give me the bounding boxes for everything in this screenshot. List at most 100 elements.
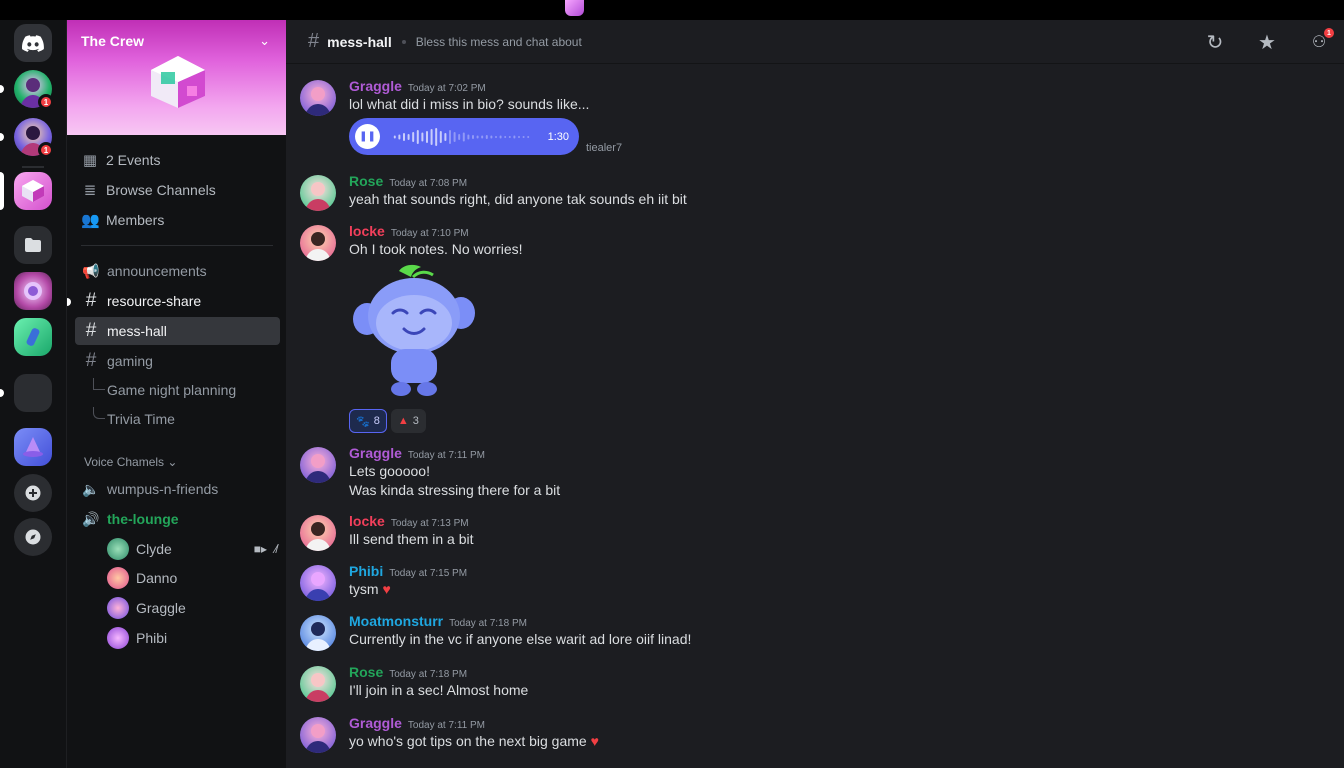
add-server-button[interactable]: [14, 474, 52, 512]
server-the-crew[interactable]: [0, 172, 52, 210]
server-wizard[interactable]: [14, 428, 52, 466]
channel-resource-share[interactable]: # resource-share: [75, 287, 280, 315]
notification-badge: 1: [1324, 28, 1334, 38]
message-text: Oh I took notes. No worries!: [349, 241, 523, 257]
refresh-icon[interactable]: ↻: [1203, 30, 1227, 54]
server-banner[interactable]: The Crew ⌄: [67, 20, 286, 135]
channel-mess-hall[interactable]: # mess-hall: [75, 317, 280, 345]
waveform-bar: [439, 130, 442, 143]
discover-button[interactable]: [14, 518, 52, 556]
reaction-hat[interactable]: ▲ 3: [390, 409, 426, 433]
folder-icon: [25, 238, 41, 252]
voice-channel-wumpus-n-friends[interactable]: 🔈 wumpus-n-friends: [75, 475, 280, 503]
avatar: [300, 225, 336, 261]
username[interactable]: Moatmonsturr: [349, 613, 443, 629]
avatar: [107, 627, 129, 649]
avatar: [107, 567, 129, 589]
waveform-bar: [444, 132, 447, 141]
window-top-bar: [0, 0, 1344, 20]
voice-message-player[interactable]: ❚❚ 1:30: [349, 118, 579, 155]
user-avatar-icon: [305, 673, 331, 702]
dm-avatar-2[interactable]: 1: [0, 118, 54, 158]
events-link[interactable]: ▦ 2 Events: [81, 147, 278, 173]
waveform-bar: [490, 135, 493, 138]
username[interactable]: Graggle: [349, 715, 402, 731]
waveform-bar: [517, 135, 520, 138]
browse-channels-link[interactable]: ≣ Browse Channels: [81, 177, 278, 203]
channel-topic[interactable]: Bless this mess and chat about: [416, 35, 582, 49]
waveform-bar: [430, 128, 433, 145]
timestamp: Today at 7:13 PM: [390, 518, 469, 529]
channel-name: gaming: [107, 353, 153, 369]
members-toggle-icon[interactable]: ⚇ 1: [1307, 28, 1334, 54]
username[interactable]: Rose: [349, 173, 383, 189]
thread-trivia-time[interactable]: Trivia Time: [93, 407, 175, 431]
reaction-wumpus[interactable]: 🐾 8: [349, 409, 387, 433]
thread-connector: [93, 407, 105, 419]
star-icon[interactable]: ★: [1255, 30, 1279, 54]
message-text: I'll join in a sec! Almost home: [349, 682, 529, 698]
voice-user-danno[interactable]: Danno: [107, 564, 277, 592]
timestamp: Today at 7:02 PM: [407, 83, 486, 94]
server-folder[interactable]: [14, 226, 52, 264]
message-meta: locke Today at 7:13 PM: [349, 513, 469, 529]
thread-name: Trivia Time: [107, 411, 175, 427]
avatar: [300, 175, 336, 211]
voice-category-header[interactable]: Voice Chamels ⌄: [84, 455, 177, 469]
waveform-bar: [527, 135, 530, 138]
username[interactable]: Rose: [349, 664, 383, 680]
side-note: tiealer7: [586, 142, 623, 154]
server-name: The Crew: [81, 33, 145, 49]
voice-user-graggle[interactable]: Graggle: [107, 594, 277, 622]
chevron-down-icon[interactable]: ⌄: [259, 33, 270, 49]
message-text-row: tysm ♥: [349, 581, 391, 597]
hash-icon: #: [85, 350, 97, 371]
message-text: yeah that sounds right, did anyone tak s…: [349, 191, 687, 207]
timestamp: Today at 7:08 PM: [389, 178, 468, 189]
voice-user-name: Graggle: [136, 600, 186, 616]
members-link[interactable]: 👥 Members: [81, 207, 278, 233]
server-folder-group[interactable]: [0, 374, 52, 412]
thread-game-night-planning[interactable]: Game night planning: [93, 378, 236, 402]
username[interactable]: Graggle: [349, 445, 402, 461]
direct-messages-button[interactable]: [14, 24, 52, 62]
username[interactable]: Phibi: [349, 563, 383, 579]
waveform-bar: [471, 134, 474, 139]
waveform-bar: [458, 133, 461, 140]
message-meta: Moatmonsturr Today at 7:18 PM: [349, 613, 527, 629]
wizard-hat-icon: [23, 437, 43, 457]
waveform-bar: [513, 135, 516, 138]
discord-logo-icon: [22, 34, 44, 52]
screen-share-pip[interactable]: [565, 0, 584, 16]
reaction-count: 3: [412, 415, 419, 427]
category-name: Voice Chamels: [84, 455, 165, 469]
waveform-bar: [481, 135, 484, 138]
waveform-bar: [508, 135, 511, 138]
avatar: [300, 615, 336, 651]
channel-gaming[interactable]: # gaming: [75, 347, 280, 375]
voice-duration: 1:30: [547, 130, 569, 143]
username[interactable]: locke: [349, 513, 385, 529]
message-meta: Graggle Today at 7:02 PM: [349, 78, 486, 94]
wumpus-sticker[interactable]: [349, 261, 479, 401]
user-avatar-icon: [305, 522, 331, 551]
server-orb[interactable]: [14, 272, 52, 310]
username[interactable]: Graggle: [349, 78, 402, 94]
avatar: [300, 565, 336, 601]
message-meta: Graggle Today at 7:11 PM: [349, 445, 485, 461]
pause-button[interactable]: ❚❚: [355, 124, 380, 149]
channel-name: announcements: [107, 263, 207, 279]
dm-avatar-1[interactable]: 1: [0, 70, 54, 110]
server-bottle[interactable]: [14, 318, 52, 356]
unread-indicator: [0, 133, 4, 141]
channel-announcements[interactable]: 📢 announcements: [75, 257, 280, 285]
voice-channel-the-lounge[interactable]: 🔊 the-lounge: [75, 505, 280, 533]
reactions-bar: 🐾 8 ▲ 3: [349, 409, 426, 433]
voice-user-phibi[interactable]: Phibi: [107, 624, 277, 652]
waveform-bar: [448, 129, 451, 144]
username[interactable]: locke: [349, 223, 385, 239]
message-text: lol what did i miss in bio? sounds like.…: [349, 96, 590, 112]
thread-name: Game night planning: [107, 382, 237, 398]
voice-user-clyde[interactable]: Clyde ■▸ ⁄̸: [107, 535, 277, 563]
timestamp: Today at 7:11 PM: [407, 450, 485, 461]
